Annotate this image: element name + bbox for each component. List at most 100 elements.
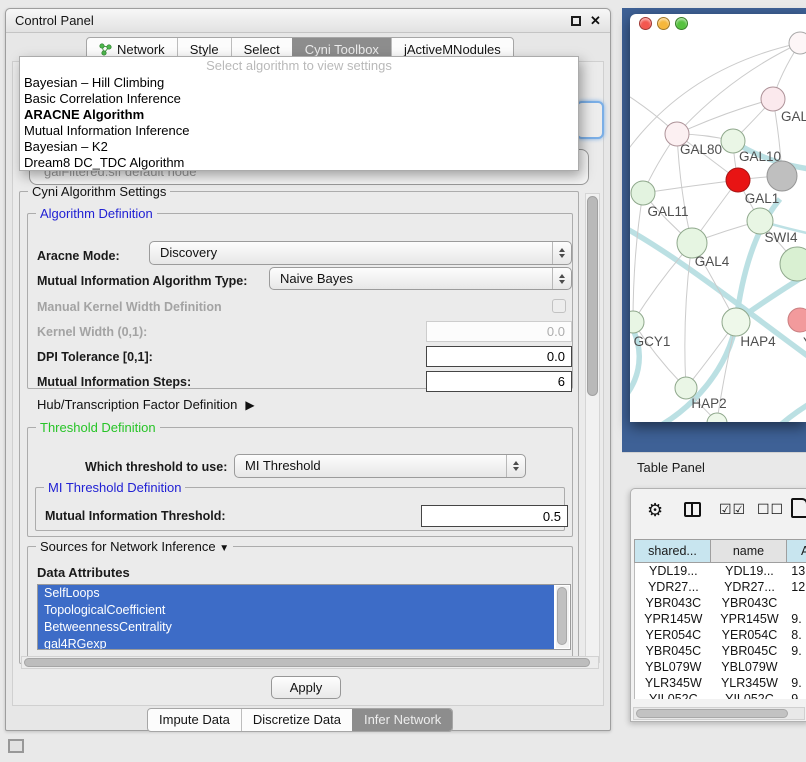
table-row[interactable]: YDR27...YDR27...12 xyxy=(635,579,806,595)
control-panel-title: Control Panel xyxy=(15,13,94,28)
network-node[interactable] xyxy=(767,161,797,191)
node-label-gal80: GAL80 xyxy=(680,142,722,157)
node-label-hap2: HAP2 xyxy=(691,396,726,411)
algorithm-option-bayesian-k2[interactable]: Bayesian – K2 xyxy=(20,139,578,155)
table-horizontal-scrollbar[interactable] xyxy=(633,707,805,720)
mi-steps-label: Mutual Information Steps: xyxy=(37,375,191,389)
bottom-tab-discretize-data[interactable]: Discretize Data xyxy=(241,709,352,731)
table-body[interactable]: YDL19...YDL19...13YDR27...YDR27...12YBR0… xyxy=(634,563,806,699)
dpi-tolerance-input[interactable] xyxy=(426,346,572,367)
algorithm-option-mutual-information-inference[interactable]: Mutual Information Inference xyxy=(20,123,578,139)
close-icon[interactable]: ✕ xyxy=(590,13,601,28)
table-row[interactable]: YBR045CYBR045C9. xyxy=(635,643,806,659)
node-label-gal4: GAL4 xyxy=(695,254,730,269)
combo-stepper-icon xyxy=(552,268,571,289)
table-row[interactable]: YDL19...YDL19...13 xyxy=(635,563,806,579)
mi-type-value: Naive Bayes xyxy=(280,271,353,286)
attribute-item-gal4rgexp[interactable]: gal4RGexp xyxy=(38,636,554,650)
table-cell: YBR043C xyxy=(712,595,788,611)
apply-button[interactable]: Apply xyxy=(271,676,341,699)
table-row[interactable]: YER054CYER054C8. xyxy=(635,627,806,643)
table-row[interactable]: YPR145WYPR145W9. xyxy=(635,611,806,627)
table-row[interactable]: YBL079WYBL079W xyxy=(635,659,806,675)
table-row[interactable]: YBR043CYBR043C xyxy=(635,595,806,611)
aracne-mode-combo[interactable]: Discovery xyxy=(149,241,572,265)
minimized-panel-icon[interactable] xyxy=(8,739,24,753)
aracne-mode-label: Aracne Mode: xyxy=(37,249,120,263)
network-node[interactable] xyxy=(789,32,806,54)
close-traffic-light-icon[interactable] xyxy=(639,17,652,30)
minimize-traffic-light-icon[interactable] xyxy=(657,17,670,30)
kernel-width-label: Kernel Width (0,1): xyxy=(37,325,147,339)
list-scrollbar[interactable] xyxy=(556,586,569,648)
attribute-item-betweennesscentrality[interactable]: BetweennessCentrality xyxy=(38,619,554,636)
algorithm-option-basic-correlation-inference[interactable]: Basic Correlation Inference xyxy=(20,91,578,107)
settings-vertical-scrollbar[interactable] xyxy=(585,193,600,663)
columns-icon[interactable] xyxy=(684,502,701,517)
network-node-gal[interactable] xyxy=(761,87,785,111)
table-hscroll-thumb[interactable] xyxy=(636,709,788,718)
mi-steps-input[interactable] xyxy=(426,371,572,392)
mi-threshold-input[interactable] xyxy=(421,505,568,527)
expander-down-arrow-icon[interactable]: ▼ xyxy=(219,543,229,554)
table-cell: YDR27... xyxy=(712,579,788,595)
table-cell: YBR045C xyxy=(635,643,712,659)
data-attributes-list[interactable]: SelfLoopsTopologicalCoefficientBetweenne… xyxy=(37,584,571,650)
network-node-gcy1[interactable] xyxy=(630,311,644,333)
bottom-tab-infer-network[interactable]: Infer Network xyxy=(352,709,452,731)
list-scrollbar-thumb[interactable] xyxy=(557,587,567,645)
table-cell: YDL19... xyxy=(635,563,712,579)
attribute-item-topologicalcoefficient[interactable]: TopologicalCoefficient xyxy=(38,602,554,619)
node-label-swi4: SWI4 xyxy=(764,230,797,245)
algorithm-option-bayesian-hill-climbing[interactable]: Bayesian – Hill Climbing xyxy=(20,75,578,91)
hub-definition-label: Hub/Transcription Factor Definition xyxy=(37,397,237,412)
attribute-item-selfloops[interactable]: SelfLoops xyxy=(38,585,554,602)
mi-type-combo[interactable]: Naive Bayes xyxy=(269,267,572,290)
cyni-settings-group-title: Cyni Algorithm Settings xyxy=(28,184,170,199)
control-panel-window: Control Panel ✕ NetworkStyleSelectCyni T… xyxy=(5,8,611,731)
table-row[interactable]: YLR345WYLR345W9. xyxy=(635,675,806,691)
manual-kernel-checkbox[interactable] xyxy=(552,299,566,313)
table-row[interactable]: YIL052CYIL052C9 xyxy=(635,691,806,699)
network-node-gal11[interactable] xyxy=(631,181,655,205)
table-cell: YPR145W xyxy=(635,611,712,627)
network-view-window[interactable]: GALGAL80GAL10GAL1GAL11SWI4GAL4GCY1HAP4YH… xyxy=(630,14,806,422)
gear-icon[interactable]: ⚙ xyxy=(647,500,663,521)
kernel-width-input[interactable] xyxy=(426,321,572,342)
algorithm-prompt: Select algorithm to view settings xyxy=(20,57,578,75)
combo-stepper-icon xyxy=(552,242,571,264)
table-cell xyxy=(787,595,806,611)
manual-kernel-label: Manual Kernel Width Definition xyxy=(37,300,222,314)
network-canvas[interactable]: GALGAL80GAL10GAL1GAL11SWI4GAL4GCY1HAP4YH… xyxy=(630,14,806,422)
algorithm-option-aracne-algorithm[interactable]: ARACNE Algorithm xyxy=(20,107,578,123)
dpi-tolerance-label: DPI Tolerance [0,1]: xyxy=(37,350,153,364)
deselect-all-checkboxes-icon[interactable]: ☐☐ xyxy=(757,501,784,518)
network-node-hap4[interactable] xyxy=(722,308,750,336)
table-cell: YBR043C xyxy=(635,595,712,611)
bottom-tabbar: Impute DataDiscretize DataInfer Network xyxy=(147,708,453,732)
column-header-partial[interactable]: A xyxy=(787,539,806,563)
column-header-name[interactable]: name xyxy=(711,539,787,563)
table-function-icon[interactable] xyxy=(791,498,806,518)
column-header-shared-name[interactable]: shared... xyxy=(634,539,711,563)
hub-definition-expander[interactable]: Hub/Transcription Factor Definition ▶ xyxy=(37,397,255,412)
table-cell: YER054C xyxy=(712,627,788,643)
algorithm-option-dream8-dc-tdc-algorithm[interactable]: Dream8 DC_TDC Algorithm xyxy=(20,155,578,171)
settings-horizontal-scrollbar[interactable] xyxy=(21,656,599,669)
settings-vscroll-thumb[interactable] xyxy=(587,196,598,396)
focused-combo-fragment[interactable] xyxy=(576,101,604,139)
which-threshold-combo[interactable]: MI Threshold xyxy=(234,454,526,478)
select-all-checkboxes-icon[interactable]: ☑☑ xyxy=(719,501,746,518)
node-label-gal11: GAL11 xyxy=(647,204,688,219)
network-node[interactable] xyxy=(780,247,806,281)
zoom-traffic-light-icon[interactable] xyxy=(675,17,688,30)
table-cell xyxy=(787,659,806,675)
network-node-gal1[interactable] xyxy=(726,168,750,192)
float-window-icon[interactable] xyxy=(571,16,581,26)
settings-hscroll-thumb[interactable] xyxy=(24,658,590,667)
table-cell: 12 xyxy=(787,579,806,595)
network-node-y[interactable] xyxy=(788,308,806,332)
bottom-tab-impute-data[interactable]: Impute Data xyxy=(148,709,241,731)
which-threshold-value: MI Threshold xyxy=(245,458,321,473)
expander-right-arrow-icon: ▶ xyxy=(245,398,254,412)
